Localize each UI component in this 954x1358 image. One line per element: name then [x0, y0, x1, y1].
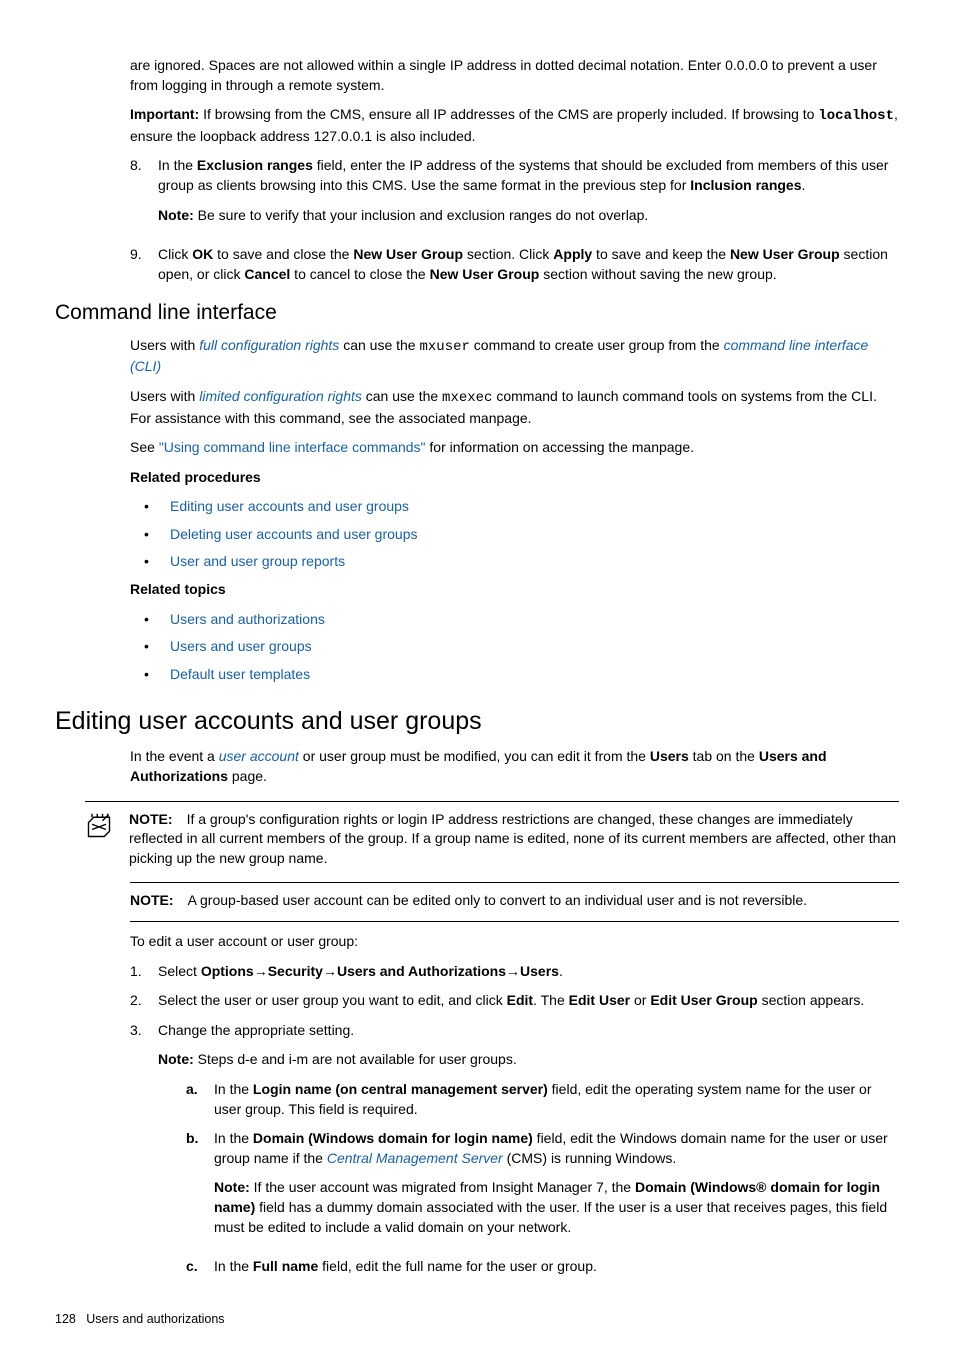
list-item: Deleting user accounts and user groups: [140, 525, 899, 545]
lead-paragraph: To edit a user account or user group:: [130, 932, 899, 952]
user-group-reports-link[interactable]: User and user group reports: [170, 552, 345, 572]
step-8: 8. In the Exclusion ranges field, enter …: [130, 156, 899, 235]
paragraph: are ignored. Spaces are not allowed with…: [130, 56, 899, 95]
full-config-rights-link[interactable]: full configuration rights: [199, 337, 339, 353]
list-item: Users and user groups: [140, 637, 899, 657]
list-item: Users and authorizations: [140, 610, 899, 630]
editing-user-accounts-link[interactable]: Editing user accounts and user groups: [170, 497, 409, 517]
deleting-user-accounts-link[interactable]: Deleting user accounts and user groups: [170, 525, 417, 545]
substep-c: c. In the Full name field, edit the full…: [186, 1257, 899, 1277]
cli-commands-link[interactable]: "Using command line interface commands": [159, 439, 426, 455]
related-topics-heading: Related topics: [130, 580, 899, 600]
substep-b: b. In the Domain (Windows domain for log…: [186, 1129, 899, 1247]
important-label: Important:: [130, 106, 199, 122]
users-authorizations-link[interactable]: Users and authorizations: [170, 610, 325, 630]
note-label: NOTE:: [129, 811, 173, 827]
edit-step-1: 1. Select Options→Security→Users and Aut…: [130, 962, 899, 982]
cms-link[interactable]: Central Management Server: [327, 1150, 503, 1166]
steps-8-9: 8. In the Exclusion ranges field, enter …: [130, 156, 899, 284]
note-label: NOTE:: [130, 892, 174, 908]
cli-heading: Command line interface: [55, 298, 899, 327]
edit-step-2: 2. Select the user or user group you wan…: [130, 991, 899, 1011]
list-item: User and user group reports: [140, 552, 899, 572]
step-9: 9. Click OK to save and close the New Us…: [130, 245, 899, 284]
edit-step-3: 3. Change the appropriate setting. Note:…: [130, 1021, 899, 1287]
top-continuation: are ignored. Spaces are not allowed with…: [130, 56, 899, 146]
important-paragraph: Important: If browsing from the CMS, ens…: [130, 105, 899, 146]
cli-p1: Users with full configuration rights can…: [130, 336, 899, 377]
user-account-link[interactable]: user account: [219, 748, 299, 764]
list-item: Default user templates: [140, 665, 899, 685]
related-procedures-list: Editing user accounts and user groups De…: [140, 497, 899, 572]
intro-paragraph: In the event a user account or user grou…: [130, 747, 899, 786]
cli-p2: Users with limited configuration rights …: [130, 387, 899, 428]
note-text: A group-based user account can be edited…: [188, 892, 808, 908]
related-topics-list: Users and authorizations Users and user …: [140, 610, 899, 685]
substep-a: a. In the Login name (on central managem…: [186, 1080, 899, 1119]
substeps-list: a. In the Login name (on central managem…: [186, 1080, 899, 1277]
limited-config-rights-link[interactable]: limited configuration rights: [199, 388, 362, 404]
related-procedures-heading: Related procedures: [130, 468, 899, 488]
note-text: If a group's configuration rights or log…: [129, 811, 896, 866]
note-block-2: NOTE: A group-based user account can be e…: [130, 882, 899, 922]
page-number: 128: [55, 1312, 76, 1326]
page-footer: 128 Users and authorizations: [55, 1311, 899, 1329]
cli-p3: See "Using command line interface comman…: [130, 438, 899, 458]
list-item: Editing user accounts and user groups: [140, 497, 899, 517]
editing-section: In the event a user account or user grou…: [130, 747, 899, 786]
cli-section: Users with full configuration rights can…: [130, 336, 899, 685]
footer-title: Users and authorizations: [86, 1312, 224, 1326]
note-icon: [85, 810, 129, 846]
default-user-templates-link[interactable]: Default user templates: [170, 665, 310, 685]
users-user-groups-link[interactable]: Users and user groups: [170, 637, 312, 657]
edit-steps-list: 1. Select Options→Security→Users and Aut…: [130, 962, 899, 1287]
editing-heading: Editing user accounts and user groups: [55, 704, 899, 739]
note-block-1: NOTE:If a group's configuration rights o…: [85, 801, 899, 869]
